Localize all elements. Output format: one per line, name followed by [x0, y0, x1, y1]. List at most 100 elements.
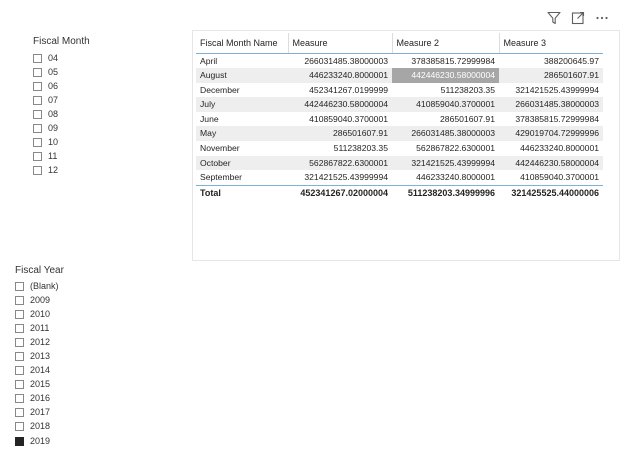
checkbox[interactable] [33, 166, 42, 176]
slicer-item[interactable]: 10 [33, 136, 153, 150]
cell-measure-3[interactable]: 286501607.91 [499, 68, 603, 83]
checkbox[interactable] [33, 109, 42, 119]
slicer-item-label: (Blank) [30, 280, 59, 291]
table-row[interactable]: October 562867822.6300001 321421525.439999… [196, 155, 603, 171]
slicer-item[interactable]: 2018 [15, 420, 135, 434]
slicer-item[interactable]: 11 [33, 150, 153, 164]
cell-fiscal-month-name[interactable]: November [196, 141, 288, 156]
table-row[interactable]: June 410859040.3700001 286501607.91 3783858… [196, 112, 603, 127]
slicer-item[interactable]: 2010 [15, 307, 135, 321]
table-row[interactable]: May 286501607.91 266031485.38000003 4290197… [196, 126, 603, 142]
slicer-item[interactable]: 07 [33, 93, 153, 107]
cell-fiscal-month-name[interactable]: August [196, 68, 288, 83]
table-row[interactable]: July 442446230.58000004 410859040.3700001 2… [196, 97, 603, 112]
cell-measure-2[interactable]: 511238203.35 [392, 83, 499, 98]
focus-mode-icon[interactable] [568, 8, 588, 28]
cell-measure-3[interactable]: 446233240.8000001 [499, 141, 603, 156]
slicer-item[interactable]: 04 [33, 51, 153, 65]
cell-measure-3[interactable]: 388200645.97 [499, 53, 603, 68]
checkbox[interactable] [33, 95, 42, 105]
slicer-item[interactable]: 2012 [15, 335, 135, 349]
table-row[interactable]: December 452341267.0199999 511238203.35 321… [196, 83, 603, 98]
slicer-item[interactable]: 09 [33, 121, 153, 135]
checkbox[interactable] [15, 323, 24, 333]
cell-fiscal-month-name[interactable]: April [196, 53, 288, 68]
cell-measure-2[interactable]: 286501607.91 [392, 112, 499, 127]
cell-measure-3[interactable]: 378385815.72999984 [499, 112, 603, 127]
cell-fiscal-month-name[interactable]: December [196, 83, 288, 98]
cell-measure-2[interactable]: 562867822.6300001 [392, 141, 499, 156]
cell-measure[interactable]: 511238203.35 [288, 141, 392, 156]
checkbox[interactable] [15, 422, 24, 432]
filter-icon[interactable] [544, 8, 564, 28]
slicer-item[interactable]: 2017 [15, 406, 135, 420]
slicer-item[interactable]: 2009 [15, 293, 135, 307]
table-row[interactable]: November 511238203.35 562867822.6300001 446… [196, 141, 603, 156]
checkbox[interactable] [15, 366, 24, 376]
checkbox[interactable] [15, 352, 24, 362]
cell-measure-2[interactable]: 321421525.43999994 [392, 155, 499, 171]
checkbox[interactable] [15, 380, 24, 390]
cell-measure-2[interactable]: 378385815.72999984 [392, 53, 499, 68]
cell-measure-2[interactable]: 410859040.3700001 [392, 97, 499, 112]
column-header-measure-2[interactable]: Measure 2 [391, 33, 499, 54]
table-row[interactable]: August 446233240.8000001 442446230.5800000… [196, 68, 603, 83]
slicer-item[interactable]: 08 [33, 107, 153, 121]
slicer-item[interactable]: 2014 [15, 364, 135, 378]
slicer-item[interactable]: 2013 [15, 349, 135, 363]
visual-header [540, 8, 612, 28]
checkbox[interactable] [15, 394, 24, 404]
cell-measure[interactable]: 321421525.43999994 [288, 170, 392, 185]
cell-measure[interactable]: 410859040.3700001 [288, 112, 392, 127]
cell-fiscal-month-name[interactable]: September [196, 170, 288, 185]
more-options-icon[interactable] [592, 8, 612, 28]
cell-measure[interactable]: 266031485.38000003 [288, 53, 392, 68]
cell-measure[interactable]: 562867822.6300001 [288, 155, 392, 171]
slicer-item-label: 04 [48, 52, 59, 63]
slicer-item[interactable]: 12 [33, 164, 153, 178]
checkbox[interactable] [15, 408, 24, 418]
slicer-item-label: 2009 [30, 294, 51, 305]
cell-measure-3[interactable]: 429019704.72999996 [499, 126, 603, 142]
slicer-item[interactable]: 05 [33, 65, 153, 79]
checkbox[interactable] [33, 67, 42, 77]
cell-measure-3[interactable]: 321421525.43999994 [499, 83, 603, 98]
checkbox[interactable] [33, 124, 42, 134]
cell-measure-3[interactable]: 410859040.3700001 [499, 170, 603, 185]
cell-measure-2[interactable]: 446233240.8000001 [392, 170, 499, 185]
cell-fiscal-month-name[interactable]: October [196, 155, 288, 171]
cell-measure-2[interactable]: 442446230.58000004 [392, 68, 499, 83]
cell-measure[interactable]: 452341267.0199999 [288, 83, 392, 98]
checkbox[interactable] [15, 281, 24, 291]
cell-measure[interactable]: 442446230.58000004 [288, 97, 392, 112]
slicer-item[interactable]: 2011 [15, 321, 135, 335]
column-header-fiscal-month-name[interactable]: Fiscal Month Name [196, 33, 288, 54]
column-header-measure[interactable]: Measure [287, 33, 392, 54]
checkbox[interactable] [15, 309, 24, 319]
cell-measure-3[interactable]: 442446230.58000004 [499, 155, 603, 171]
column-header-measure-3[interactable]: Measure 3 [498, 33, 603, 54]
checkbox[interactable] [33, 152, 42, 162]
cell-measure[interactable]: 286501607.91 [288, 126, 392, 142]
checkbox[interactable] [33, 53, 42, 63]
cell-measure-3[interactable]: 266031485.38000003 [499, 97, 603, 112]
checkbox[interactable] [33, 81, 42, 91]
cell-measure-2[interactable]: 266031485.38000003 [392, 126, 499, 142]
table-row[interactable]: September 321421525.43999994 446233240.800… [196, 170, 603, 185]
checkbox[interactable] [15, 295, 24, 305]
slicer-item[interactable]: 2019 [15, 434, 135, 448]
cell-fiscal-month-name[interactable]: June [196, 112, 288, 127]
checkbox[interactable] [33, 138, 42, 148]
slicer-item[interactable]: 2015 [15, 378, 135, 392]
cell-fiscal-month-name[interactable]: May [196, 126, 288, 142]
cell-fiscal-month-name[interactable]: July [196, 97, 288, 112]
slicer-item-label: 07 [48, 94, 59, 105]
slicer-item[interactable]: (Blank) [15, 279, 135, 293]
checkbox-checked[interactable] [15, 436, 24, 446]
checkbox[interactable] [15, 337, 24, 347]
slicer-item-label: 2017 [30, 407, 51, 418]
slicer-item[interactable]: 06 [33, 79, 153, 93]
cell-measure[interactable]: 446233240.8000001 [288, 68, 392, 83]
slicer-item[interactable]: 2016 [15, 392, 135, 406]
table-row[interactable]: April 266031485.38000003 378385815.7299998… [196, 53, 603, 68]
